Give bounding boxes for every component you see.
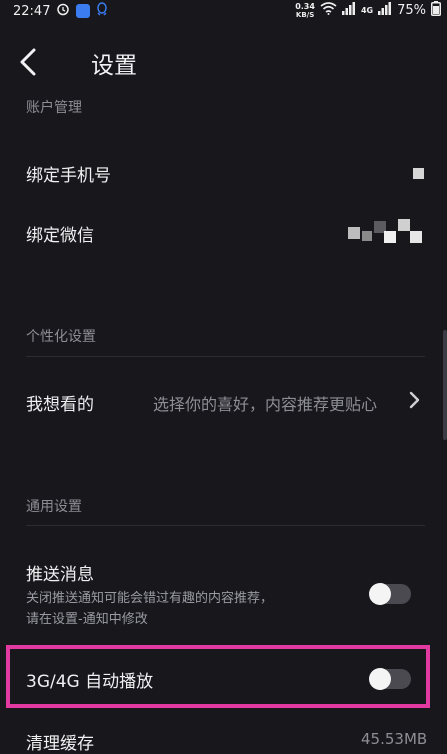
autoplay-label: 3G/4G 自动播放: [26, 672, 154, 692]
bind-phone-row[interactable]: 绑定手机号: [0, 145, 447, 201]
battery-icon: [431, 1, 441, 20]
cache-size: 45.53MB: [361, 730, 428, 748]
chevron-right-icon: [408, 390, 420, 414]
header: 设置: [0, 36, 447, 86]
section-label-general: 通用设置: [26, 499, 82, 515]
wifi-icon: [320, 2, 337, 19]
bind-wechat-row[interactable]: 绑定微信: [0, 205, 447, 261]
status-time: 22:47: [13, 3, 51, 19]
push-row: 推送消息 关闭推送通知可能会错过有趣的内容推荐， 请在设置-通知中修改: [0, 550, 447, 640]
network-speed-value: 0.34: [295, 1, 315, 11]
push-description-line-2: 请在设置-通知中修改: [26, 612, 148, 627]
preference-row[interactable]: 我想看的 选择你的喜好，内容推荐更贴心: [0, 372, 447, 428]
page-title: 设置: [91, 53, 137, 79]
clear-cache-row[interactable]: 清理缓存 45.53MB: [0, 720, 447, 754]
status-bar: 22:47 0.34 KB/S 4G 75%: [0, 0, 447, 20]
back-button[interactable]: [16, 42, 44, 78]
battery-level: 75%: [397, 3, 426, 18]
push-toggle[interactable]: [369, 583, 411, 605]
chevron-left-icon: [20, 48, 36, 76]
alarm-icon: [56, 2, 70, 20]
signal-icon: [341, 2, 356, 19]
push-label: 推送消息: [26, 565, 94, 585]
bind-phone-status: [413, 168, 424, 179]
divider: [26, 356, 425, 357]
toggle-knob: [369, 668, 391, 690]
clear-cache-label: 清理缓存: [26, 734, 94, 754]
autoplay-toggle[interactable]: [369, 668, 411, 690]
autoplay-row: 3G/4G 自动播放: [0, 655, 447, 705]
network-speed: 0.34 KB/S: [295, 1, 315, 19]
toggle-knob: [369, 583, 391, 605]
preference-value: 选择你的喜好，内容推荐更贴心: [153, 395, 378, 414]
divider: [26, 525, 425, 526]
signal-icon-2: [378, 2, 392, 19]
section-label-account: 账户管理: [26, 100, 82, 116]
section-label-personalization: 个性化设置: [26, 329, 96, 345]
qq-icon: [96, 2, 108, 20]
network-speed-unit: KB/S: [295, 10, 315, 19]
scroll-indicator: [443, 330, 447, 440]
push-description-line-1: 关闭推送通知可能会错过有趣的内容推荐，: [26, 591, 274, 606]
bind-wechat-label: 绑定微信: [26, 226, 94, 246]
wechat-account-pixelated: [348, 217, 426, 247]
bind-phone-label: 绑定手机号: [26, 166, 111, 186]
network-type: 4G: [360, 6, 374, 15]
shield-app-icon: [76, 4, 91, 18]
preference-label: 我想看的: [26, 395, 94, 415]
